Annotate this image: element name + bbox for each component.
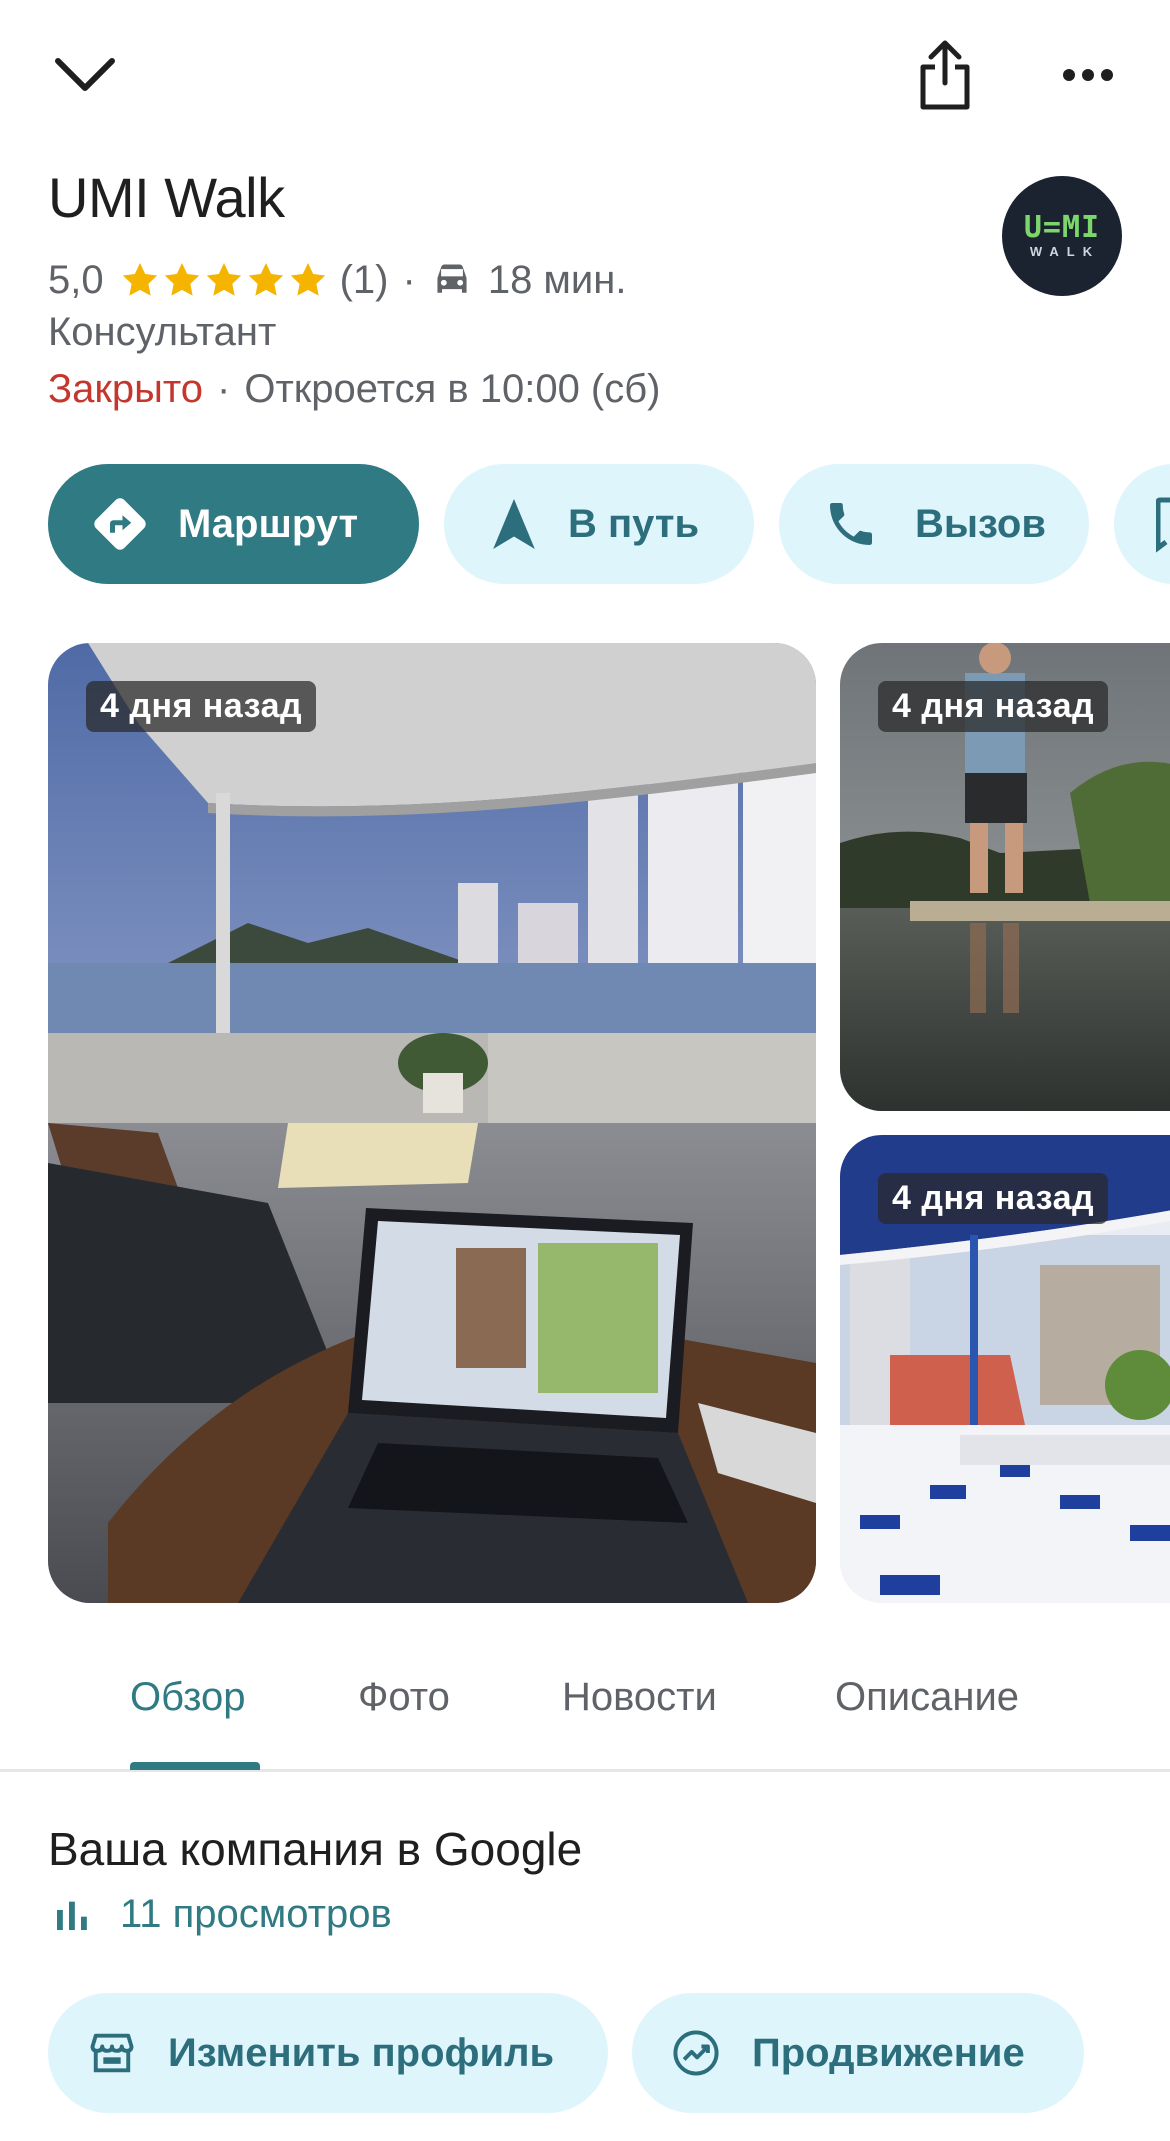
start-navigation-button[interactable]: В путь	[444, 464, 754, 584]
active-tab-indicator	[130, 1762, 260, 1770]
star-icon	[248, 263, 283, 296]
views-link[interactable]: 11 просмотров	[52, 1892, 392, 1937]
bar-chart-icon	[57, 1901, 87, 1930]
place-sheet: UMI Walk U=MI WALK 5,0 (1) · 18 мин. Кон…	[0, 0, 1170, 2141]
promote-label: Продвижение	[752, 2030, 1025, 2075]
business-section-title: Ваша компания в Google	[48, 1823, 583, 1875]
top-bar	[0, 0, 1170, 150]
drive-time: 18 мин.	[487, 257, 627, 302]
action-chips: Маршрут В путь Вызов	[48, 464, 1170, 584]
place-logo[interactable]: U=MI WALK	[1002, 176, 1122, 296]
trending-up-icon	[673, 2030, 719, 2076]
photo-third[interactable]: 4 дня назад	[840, 1135, 1170, 1603]
logo-text-bottom: WALK	[1029, 244, 1101, 259]
rating-row[interactable]: 5,0 (1) · 18 мин.	[48, 252, 626, 308]
edit-profile-button[interactable]: Изменить профиль	[48, 1993, 608, 2113]
directions-button[interactable]: Маршрут	[48, 464, 419, 584]
separator-dot: ·	[217, 367, 231, 411]
rating-value: 5,0	[48, 257, 104, 302]
status-closed: Закрыто	[48, 367, 204, 411]
reviews-count: (1)	[339, 257, 389, 302]
logo-text-top: U=MI	[1023, 210, 1101, 245]
navigation-arrow-icon	[484, 494, 544, 554]
separator-dot: ·	[402, 257, 416, 302]
storefront-icon	[90, 2033, 134, 2073]
opens-time: Откроется в 10:00 (сб)	[244, 367, 661, 411]
phone-icon	[821, 494, 881, 554]
chevron-down-icon[interactable]	[40, 40, 130, 110]
directions-label: Маршрут	[178, 501, 359, 546]
place-name: UMI Walk	[48, 166, 285, 229]
photo-second[interactable]: 4 дня назад	[840, 643, 1170, 1111]
start-navigation-label: В путь	[568, 501, 700, 546]
share-icon[interactable]	[905, 30, 985, 120]
bookmark-icon	[1156, 497, 1170, 553]
photo-age-badge: 4 дня назад	[878, 1173, 1109, 1224]
tab-overview[interactable]: Обзор	[130, 1675, 246, 1720]
tab-updates[interactable]: Новости	[562, 1675, 717, 1720]
views-count: 11 просмотров	[120, 1892, 392, 1936]
star-icon	[164, 263, 199, 296]
more-actions-chip[interactable]	[1114, 464, 1170, 584]
edit-profile-label: Изменить профиль	[168, 2030, 555, 2075]
rating-stars	[120, 260, 330, 300]
tab-photos[interactable]: Фото	[358, 1675, 450, 1720]
place-category: Консультант	[48, 310, 277, 354]
star-icon	[206, 263, 241, 296]
photo-age-badge: 4 дня назад	[86, 681, 317, 732]
car-icon	[437, 264, 467, 293]
tab-about[interactable]: Описание	[835, 1675, 1019, 1720]
star-icon	[290, 263, 325, 296]
directions-icon	[90, 494, 150, 554]
hours-row[interactable]: Закрыто · Откроется в 10:00 (сб)	[48, 367, 660, 412]
call-button[interactable]: Вызов	[779, 464, 1089, 584]
more-horizontal-icon[interactable]	[1040, 45, 1135, 105]
star-icon	[122, 263, 157, 296]
tab-bar: Обзор Фото Новости Описание	[0, 1640, 1170, 1772]
photo-main[interactable]: 4 дня назад	[48, 643, 816, 1603]
call-label: Вызов	[915, 501, 1046, 546]
promote-button[interactable]: Продвижение	[632, 1993, 1084, 2113]
photo-age-badge: 4 дня назад	[878, 681, 1109, 732]
